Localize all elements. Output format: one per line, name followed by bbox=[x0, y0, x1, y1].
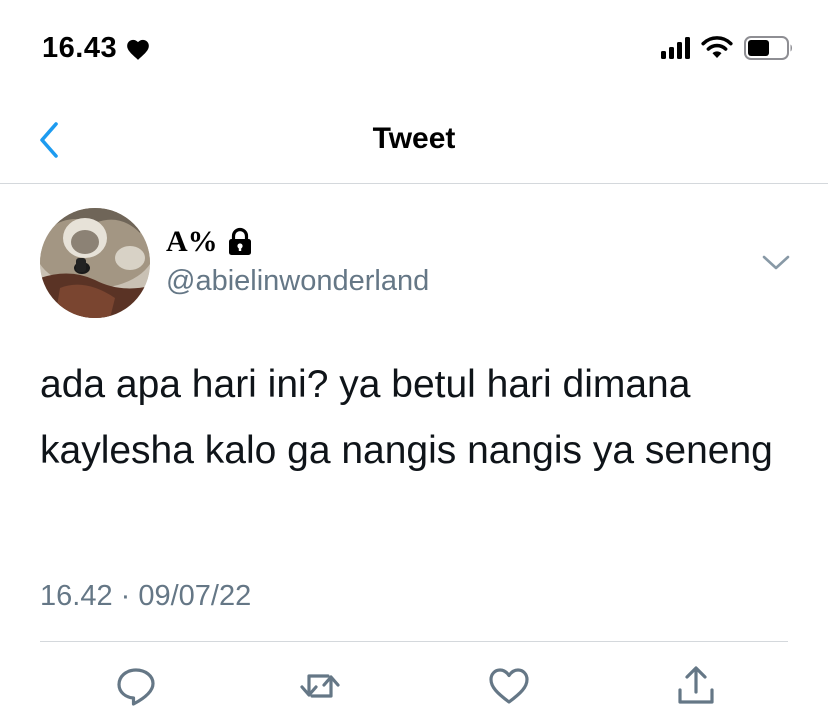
handle[interactable]: @abielinwonderland bbox=[166, 265, 429, 298]
display-name: A% bbox=[166, 225, 218, 258]
battery-icon bbox=[744, 36, 792, 60]
more-options-button[interactable] bbox=[760, 250, 792, 274]
status-time-group: 16.43 bbox=[42, 32, 151, 65]
wifi-icon bbox=[701, 36, 733, 58]
nav-bar: Tweet bbox=[0, 100, 828, 184]
reply-icon bbox=[117, 668, 155, 706]
like-icon bbox=[489, 668, 529, 704]
share-button[interactable] bbox=[674, 664, 718, 708]
status-time: 16.43 bbox=[42, 32, 118, 64]
reply-button[interactable] bbox=[114, 664, 158, 708]
retweet-button[interactable] bbox=[298, 664, 342, 708]
avatar-photo bbox=[40, 208, 150, 318]
status-bar: 16.43 bbox=[0, 0, 828, 100]
retweet-icon bbox=[300, 674, 340, 698]
divider bbox=[40, 641, 788, 642]
cellular-signal-icon bbox=[661, 37, 690, 59]
heart-icon bbox=[127, 39, 149, 60]
tweet-detail-screen: 16.43 Tweet A% @abielinwonderland ada ap… bbox=[0, 0, 828, 727]
page-title: Tweet bbox=[372, 122, 456, 155]
avatar[interactable] bbox=[40, 208, 150, 318]
status-icons bbox=[661, 36, 794, 60]
tweet-text: ada apa hari ini? ya betul hari dimana k… bbox=[40, 363, 773, 472]
lock-icon bbox=[228, 227, 251, 255]
chevron-down-icon bbox=[762, 255, 790, 270]
share-icon bbox=[678, 666, 714, 704]
like-button[interactable] bbox=[487, 664, 531, 708]
tweet-timestamp: 16.42 · 09/07/22 bbox=[40, 580, 252, 612]
display-name-group[interactable]: A% bbox=[166, 225, 254, 259]
